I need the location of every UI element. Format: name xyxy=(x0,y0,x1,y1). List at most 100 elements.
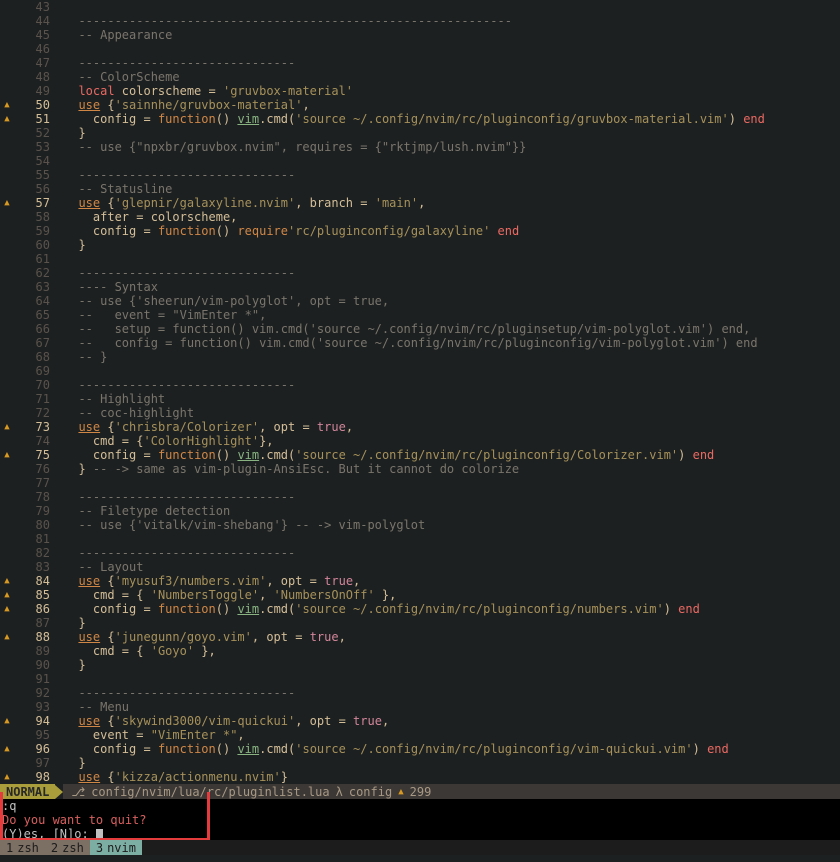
code-line[interactable]: 45 -- Appearance xyxy=(0,28,840,42)
code-content[interactable]: use {'sainnhe/gruvbox-material', xyxy=(64,98,840,112)
code-content[interactable]: } xyxy=(64,616,840,630)
code-content[interactable]: -- Appearance xyxy=(64,28,840,42)
code-content[interactable]: } xyxy=(64,756,840,770)
code-content[interactable]: config = function() require'rc/plugincon… xyxy=(64,224,840,238)
code-line[interactable]: 63 ---- Syntax xyxy=(0,280,840,294)
code-line[interactable]: 43 xyxy=(0,0,840,14)
code-line[interactable]: 73 use {'chrisbra/Colorizer', opt = true… xyxy=(0,420,840,434)
code-content[interactable]: -- config = function() vim.cmd('source ~… xyxy=(64,336,840,350)
code-content[interactable]: config = function() vim.cmd('source ~/.c… xyxy=(64,448,840,462)
code-line[interactable]: 84 use {'myusuf3/numbers.vim', opt = tru… xyxy=(0,574,840,588)
code-content[interactable]: -- } xyxy=(64,350,840,364)
code-line[interactable]: 48 -- ColorScheme xyxy=(0,70,840,84)
code-content[interactable] xyxy=(64,476,840,490)
tmux-window-tab[interactable]: 1zsh xyxy=(0,840,45,855)
code-content[interactable]: -- Menu xyxy=(64,700,840,714)
code-line[interactable]: 59 config = function() require'rc/plugin… xyxy=(0,224,840,238)
code-content[interactable]: -- use {'sheerun/vim-polyglot', opt = tr… xyxy=(64,294,840,308)
code-content[interactable]: } xyxy=(64,126,840,140)
code-line[interactable]: 46 xyxy=(0,42,840,56)
code-content[interactable]: use {'chrisbra/Colorizer', opt = true, xyxy=(64,420,840,434)
code-line[interactable]: 93 -- Menu xyxy=(0,700,840,714)
code-content[interactable]: -- setup = function() vim.cmd('source ~/… xyxy=(64,322,840,336)
code-content[interactable]: ------------------------------ xyxy=(64,546,840,560)
code-content[interactable]: } xyxy=(64,658,840,672)
code-line[interactable]: 88 use {'junegunn/goyo.vim', opt = true, xyxy=(0,630,840,644)
code-line[interactable]: 75 config = function() vim.cmd('source ~… xyxy=(0,448,840,462)
code-content[interactable]: ------------------------------ xyxy=(64,686,840,700)
code-content[interactable]: ------------------------------ xyxy=(64,490,840,504)
code-line[interactable]: 85 cmd = { 'NumbersToggle', 'NumbersOnOf… xyxy=(0,588,840,602)
tmux-status-bar[interactable]: 1zsh2zsh3nvim xyxy=(0,840,840,855)
code-content[interactable]: ------------------------------ xyxy=(64,378,840,392)
code-line[interactable]: 61 xyxy=(0,252,840,266)
code-line[interactable]: 52 } xyxy=(0,126,840,140)
code-line[interactable]: 82 ------------------------------ xyxy=(0,546,840,560)
code-content[interactable]: -- use {'vitalk/vim-shebang'} -- -> vim-… xyxy=(64,518,840,532)
code-content[interactable]: -- Highlight xyxy=(64,392,840,406)
code-line[interactable]: 95 event = "VimEnter *", xyxy=(0,728,840,742)
code-line[interactable]: 47 ------------------------------ xyxy=(0,56,840,70)
code-content[interactable]: after = colorscheme, xyxy=(64,210,840,224)
code-content[interactable]: config = function() vim.cmd('source ~/.c… xyxy=(64,742,840,756)
code-line[interactable]: 56 -- Statusline xyxy=(0,182,840,196)
code-line[interactable]: 77 xyxy=(0,476,840,490)
code-content[interactable]: ------------------------------ xyxy=(64,168,840,182)
code-line[interactable]: 69 xyxy=(0,364,840,378)
code-line[interactable]: 83 -- Layout xyxy=(0,560,840,574)
code-content[interactable] xyxy=(64,252,840,266)
code-content[interactable]: -- Statusline xyxy=(64,182,840,196)
code-line[interactable]: 79 -- Filetype detection xyxy=(0,504,840,518)
code-line[interactable]: 70 ------------------------------ xyxy=(0,378,840,392)
code-content[interactable]: cmd = { 'Goyo' }, xyxy=(64,644,840,658)
code-content[interactable]: use {'kizza/actionmenu.nvim'} xyxy=(64,770,840,784)
confirm-prompt-line[interactable]: (Y)es, [N]o: xyxy=(2,827,838,841)
code-line[interactable]: 51 config = function() vim.cmd('source ~… xyxy=(0,112,840,126)
code-content[interactable]: use {'junegunn/goyo.vim', opt = true, xyxy=(64,630,840,644)
code-content[interactable] xyxy=(64,42,840,56)
code-line[interactable]: 74 cmd = {'ColorHighlight'}, xyxy=(0,434,840,448)
code-content[interactable] xyxy=(64,0,840,14)
code-line[interactable]: 94 use {'skywind3000/vim-quickui', opt =… xyxy=(0,714,840,728)
code-line[interactable]: 55 ------------------------------ xyxy=(0,168,840,182)
code-content[interactable]: -- Filetype detection xyxy=(64,504,840,518)
code-content[interactable]: config = function() vim.cmd('source ~/.c… xyxy=(64,602,840,616)
code-line[interactable]: 72 -- coc-highlight xyxy=(0,406,840,420)
code-content[interactable]: ------------------------------ xyxy=(64,266,840,280)
code-line[interactable]: 81 xyxy=(0,532,840,546)
code-line[interactable]: 54 xyxy=(0,154,840,168)
code-content[interactable]: -- ColorScheme xyxy=(64,70,840,84)
code-content[interactable]: event = "VimEnter *", xyxy=(64,728,840,742)
code-line[interactable]: 44 -------------------------------------… xyxy=(0,14,840,28)
code-content[interactable] xyxy=(64,672,840,686)
code-line[interactable]: 60 } xyxy=(0,238,840,252)
code-line[interactable]: 78 ------------------------------ xyxy=(0,490,840,504)
code-line[interactable]: 49 local colorscheme = 'gruvbox-material… xyxy=(0,84,840,98)
code-line[interactable]: 53 -- use {"npxbr/gruvbox.nvim", require… xyxy=(0,140,840,154)
code-content[interactable]: } xyxy=(64,238,840,252)
code-content[interactable]: cmd = {'ColorHighlight'}, xyxy=(64,434,840,448)
code-line[interactable]: 50 use {'sainnhe/gruvbox-material', xyxy=(0,98,840,112)
code-content[interactable]: config = function() vim.cmd('source ~/.c… xyxy=(64,112,840,126)
code-line[interactable]: 68 -- } xyxy=(0,350,840,364)
code-line[interactable]: 67 -- config = function() vim.cmd('sourc… xyxy=(0,336,840,350)
code-content[interactable] xyxy=(64,154,840,168)
code-line[interactable]: 80 -- use {'vitalk/vim-shebang'} -- -> v… xyxy=(0,518,840,532)
code-content[interactable]: ---- Syntax xyxy=(64,280,840,294)
code-line[interactable]: 62 ------------------------------ xyxy=(0,266,840,280)
code-content[interactable]: local colorscheme = 'gruvbox-material' xyxy=(64,84,840,98)
code-content[interactable]: -- use {"npxbr/gruvbox.nvim", requires =… xyxy=(64,140,840,154)
code-content[interactable]: cmd = { 'NumbersToggle', 'NumbersOnOff' … xyxy=(64,588,840,602)
code-content[interactable]: use {'glepnir/galaxyline.nvim', branch =… xyxy=(64,196,840,210)
code-content[interactable] xyxy=(64,364,840,378)
code-line[interactable]: 91 xyxy=(0,672,840,686)
code-line[interactable]: 98 use {'kizza/actionmenu.nvim'} xyxy=(0,770,840,784)
code-line[interactable]: 76 } -- -> same as vim-plugin-AnsiEsc. B… xyxy=(0,462,840,476)
code-line[interactable]: 90 } xyxy=(0,658,840,672)
tmux-window-tab[interactable]: 3nvim xyxy=(90,840,142,855)
code-content[interactable]: -- event = "VimEnter *", xyxy=(64,308,840,322)
code-content[interactable]: -- Layout xyxy=(64,560,840,574)
editor-viewport[interactable]: 4344 -----------------------------------… xyxy=(0,0,840,862)
code-line[interactable]: 87 } xyxy=(0,616,840,630)
code-line[interactable]: 58 after = colorscheme, xyxy=(0,210,840,224)
